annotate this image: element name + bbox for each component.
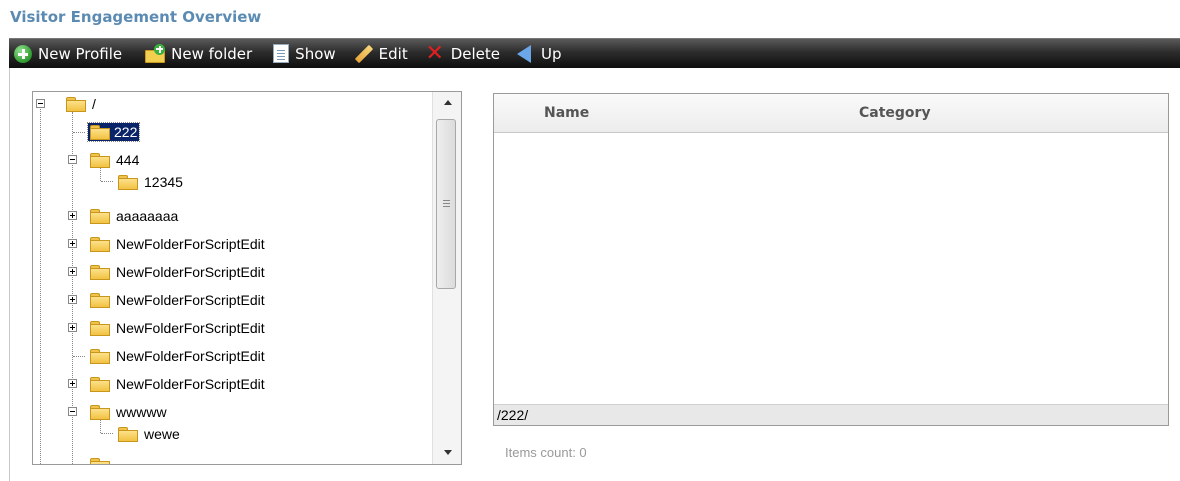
folder-icon xyxy=(66,96,86,112)
edit-button[interactable]: Edit xyxy=(348,41,416,67)
tree-connector xyxy=(73,356,85,357)
tree-node-label: NewFolderForScriptEdit xyxy=(116,376,265,392)
document-icon xyxy=(273,44,290,63)
toolbar: New Profile New folder Show Edit ✕ Delet… xyxy=(9,38,1180,68)
tree-node[interactable]: NewFolderForScriptEdit xyxy=(68,373,267,395)
up-label: Up xyxy=(541,44,562,63)
tree-node[interactable]: 444 xyxy=(68,149,141,171)
plus-circle-icon xyxy=(14,44,32,63)
new-folder-label: New folder xyxy=(171,44,253,63)
column-header-name[interactable]: Name xyxy=(544,105,589,121)
page-title: Visitor Engagement Overview xyxy=(10,8,262,26)
expand-icon[interactable] xyxy=(68,239,77,248)
new-folder-button[interactable]: New folder xyxy=(140,41,260,67)
new-folder-icon xyxy=(145,43,166,64)
tree-node-label: NewFolderForScriptEdit xyxy=(116,320,265,336)
expand-icon[interactable] xyxy=(68,295,77,304)
tree-node[interactable]: NewFolderForScriptEdit xyxy=(68,233,267,255)
arrow-left-icon xyxy=(517,44,532,63)
tree-node[interactable]: 12345 xyxy=(118,171,185,193)
delete-label: Delete xyxy=(450,44,501,63)
tree-node-label: 222 xyxy=(86,122,141,142)
delete-x-icon: ✕ xyxy=(425,40,444,66)
tree-node-label: / xyxy=(92,96,96,112)
delete-button[interactable]: ✕ Delete xyxy=(420,41,508,67)
tree-node-label: 444 xyxy=(116,152,140,168)
folder-icon xyxy=(90,264,110,280)
tree-node-label: aaaaaaaa xyxy=(116,208,179,224)
scroll-down-arrow-icon[interactable] xyxy=(444,450,452,455)
tree-node-label: NewFolderForScriptEdit xyxy=(116,236,265,252)
folder-icon xyxy=(90,292,110,308)
edit-label: Edit xyxy=(378,44,408,63)
left-border xyxy=(9,68,10,481)
tree-node[interactable]: wewe xyxy=(118,423,182,445)
folder-icon xyxy=(118,174,138,190)
folder-tree: / 222 444 12345 aaaaaaaa NewFolderForScr… xyxy=(33,92,433,464)
tree-connector xyxy=(73,132,85,133)
collapse-icon[interactable] xyxy=(36,99,45,108)
up-button[interactable]: Up xyxy=(512,41,570,67)
tree-node[interactable]: NewFolderForScriptEdit xyxy=(68,261,267,283)
pencil-icon xyxy=(353,44,373,64)
expand-icon[interactable] xyxy=(68,211,77,220)
tree-node-label: NewFolderForScriptEdit xyxy=(116,348,265,364)
expand-icon[interactable] xyxy=(68,323,77,332)
folder-icon xyxy=(90,457,110,464)
show-label: Show xyxy=(295,44,336,63)
tree-node-label: NewFolderForScriptEdit xyxy=(116,264,265,280)
tree-node[interactable]: / xyxy=(36,93,98,115)
tree-node[interactable] xyxy=(90,454,114,464)
folder-icon xyxy=(90,320,110,336)
items-list-panel: Name Category /222/ xyxy=(493,93,1169,426)
tree-node[interactable]: NewFolderForScriptEdit xyxy=(90,345,267,367)
tree-node[interactable]: 222 xyxy=(86,121,141,143)
column-header-category[interactable]: Category xyxy=(859,105,931,121)
collapse-icon[interactable] xyxy=(68,407,77,416)
folder-icon xyxy=(90,376,110,392)
tree-scrollbar[interactable] xyxy=(432,92,461,464)
tree-node-label: wwwww xyxy=(116,404,167,420)
tree-node-label: NewFolderForScriptEdit xyxy=(116,292,265,308)
tree-node[interactable]: NewFolderForScriptEdit xyxy=(68,317,267,339)
folder-icon xyxy=(90,152,110,168)
expand-icon[interactable] xyxy=(68,379,77,388)
current-path: /222/ xyxy=(497,407,529,423)
items-count: Items count: 0 xyxy=(505,445,587,460)
collapse-icon[interactable] xyxy=(68,155,77,164)
new-profile-button[interactable]: New Profile xyxy=(9,41,130,67)
expand-icon[interactable] xyxy=(68,267,77,276)
path-bar: /222/ xyxy=(494,404,1168,425)
folder-icon xyxy=(90,404,110,420)
tree-node[interactable]: aaaaaaaa xyxy=(68,205,180,227)
tree-connector xyxy=(101,181,113,182)
tree-node-label: wewe xyxy=(144,426,180,442)
tree-node[interactable]: wwwww xyxy=(68,401,169,423)
tree-node[interactable]: NewFolderForScriptEdit xyxy=(68,289,267,311)
tree-connector xyxy=(40,104,41,464)
folder-icon xyxy=(118,426,138,442)
scrollbar-thumb[interactable] xyxy=(436,119,456,289)
grip-icon xyxy=(443,200,450,201)
show-button[interactable]: Show xyxy=(268,41,343,67)
tree-connector xyxy=(101,433,113,434)
list-header: Name Category xyxy=(494,94,1168,133)
folder-icon xyxy=(90,236,110,252)
folder-icon xyxy=(90,348,110,364)
folder-tree-panel: / 222 444 12345 aaaaaaaa NewFolderForScr… xyxy=(32,91,462,465)
new-profile-label: New Profile xyxy=(38,44,123,63)
tree-node-label: 12345 xyxy=(144,174,183,190)
folder-icon xyxy=(90,208,110,224)
scroll-up-arrow-icon[interactable] xyxy=(444,100,452,105)
folder-icon xyxy=(90,124,110,140)
